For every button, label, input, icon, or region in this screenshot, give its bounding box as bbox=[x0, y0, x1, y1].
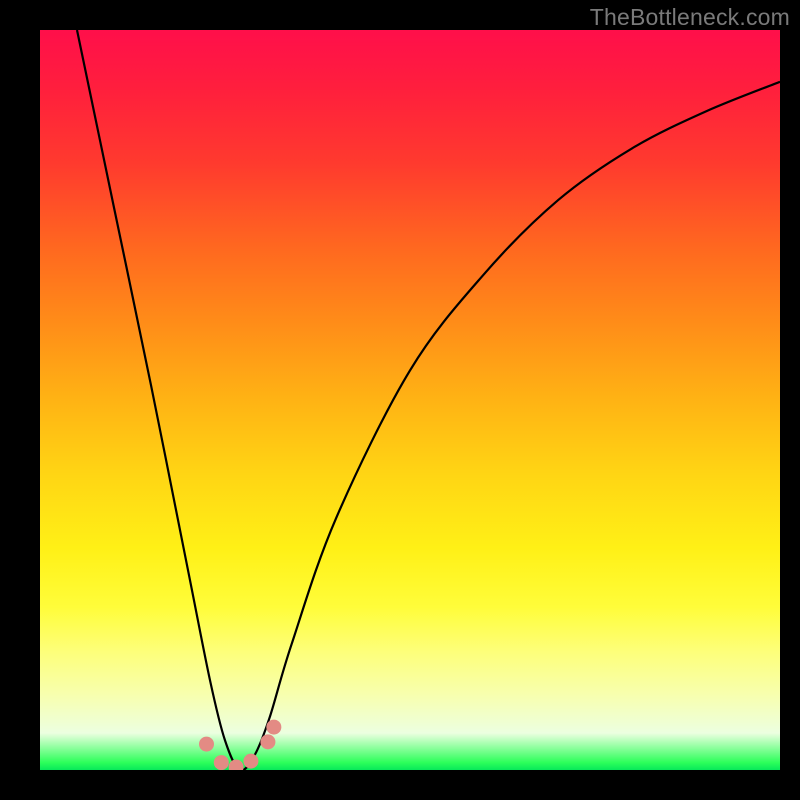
curve-dot bbox=[266, 720, 281, 735]
watermark-text: TheBottleneck.com bbox=[590, 4, 790, 31]
bottleneck-curve-path bbox=[77, 30, 780, 770]
plot-area bbox=[40, 30, 780, 770]
chart-frame: TheBottleneck.com bbox=[0, 0, 800, 800]
curve-dot bbox=[243, 754, 258, 769]
curve-min-dots bbox=[199, 720, 281, 770]
curve-dot bbox=[260, 734, 275, 749]
curve-dot bbox=[214, 755, 229, 770]
curve-dot bbox=[229, 760, 244, 770]
curve-dot bbox=[199, 737, 214, 752]
bottleneck-curve-svg bbox=[40, 30, 780, 770]
